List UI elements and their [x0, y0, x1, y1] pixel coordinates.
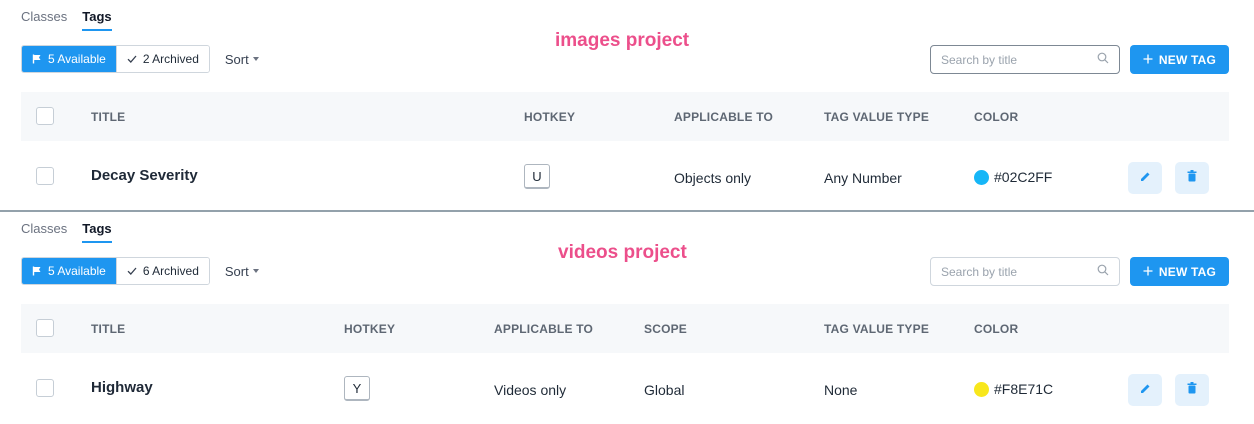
- table-header: TITLE HOTKEY APPLICABLE TO TAG VALUE TYP…: [21, 92, 1229, 141]
- tag-title[interactable]: Highway: [91, 379, 153, 396]
- color-value: #02C2FF: [974, 169, 1052, 185]
- pencil-icon: [1140, 169, 1151, 187]
- color-hex: #F8E71C: [994, 381, 1054, 397]
- new-tag-label: NEW TAG: [1158, 52, 1217, 67]
- applicable-to-value: Objects only: [674, 170, 752, 186]
- new-tag-label: NEW TAG: [1158, 264, 1217, 279]
- row-checkbox[interactable]: [36, 379, 54, 397]
- delete-button[interactable]: [1175, 162, 1209, 194]
- sort-label: Sort: [224, 263, 249, 279]
- column-title[interactable]: TITLE: [91, 322, 125, 336]
- edit-button[interactable]: [1128, 374, 1162, 406]
- table-row: Decay Severity U Objects only Any Number…: [21, 151, 1229, 203]
- tag-value-type-value: None: [824, 382, 858, 398]
- column-tag-value-type[interactable]: TAG VALUE TYPE: [824, 322, 929, 336]
- flag-icon: [32, 266, 42, 276]
- color-hex: #02C2FF: [994, 169, 1053, 185]
- scope-value: Global: [644, 382, 685, 398]
- row-checkbox[interactable]: [36, 167, 54, 185]
- tab-tags[interactable]: Tags: [82, 9, 112, 31]
- select-all-checkbox[interactable]: [36, 319, 54, 337]
- tab-bar: Classes Tags: [21, 221, 112, 243]
- available-filter-button[interactable]: 5 Available: [22, 46, 116, 72]
- column-hotkey[interactable]: HOTKEY: [344, 322, 395, 336]
- column-tag-value-type[interactable]: TAG VALUE TYPE: [824, 110, 929, 124]
- select-all-checkbox[interactable]: [36, 107, 54, 125]
- available-filter-label: 5 Available: [48, 264, 106, 278]
- check-icon: [127, 54, 137, 64]
- table-row: Highway Y Videos only Global None #F8E71…: [21, 363, 1229, 415]
- project-label: images project: [555, 30, 690, 51]
- column-applicable-to[interactable]: APPLICABLE TO: [674, 110, 773, 124]
- tab-classes[interactable]: Classes: [21, 9, 67, 31]
- available-filter-label: 5 Available: [48, 52, 106, 66]
- available-filter-button[interactable]: 5 Available: [22, 258, 116, 284]
- sort-dropdown[interactable]: Sort: [225, 264, 259, 279]
- color-swatch: [974, 169, 989, 185]
- tab-tags[interactable]: Tags: [82, 221, 112, 243]
- archived-filter-label: 6 Archived: [142, 264, 199, 278]
- hotkey-badge: Y: [344, 376, 370, 401]
- status-filter: 5 Available 6 Archived: [21, 257, 210, 285]
- plus-icon: [1143, 53, 1153, 67]
- color-value: #F8E71C: [974, 381, 1053, 397]
- search-box: [930, 257, 1120, 286]
- filter-bar: 5 Available 6 Archived Sort: [21, 257, 259, 285]
- column-color[interactable]: COLOR: [974, 110, 1018, 124]
- column-scope[interactable]: SCOPE: [644, 322, 687, 336]
- archived-filter-button[interactable]: 6 Archived: [115, 258, 209, 284]
- new-tag-button[interactable]: NEW TAG: [1130, 257, 1229, 286]
- check-icon: [127, 266, 137, 276]
- new-tag-button[interactable]: NEW TAG: [1130, 45, 1229, 74]
- archived-filter-button[interactable]: 2 Archived: [115, 46, 209, 72]
- status-filter: 5 Available 2 Archived: [21, 45, 210, 73]
- sort-label: Sort: [224, 51, 249, 67]
- archived-filter-label: 2 Archived: [142, 52, 199, 66]
- delete-button[interactable]: [1175, 374, 1209, 406]
- column-color[interactable]: COLOR: [974, 322, 1018, 336]
- column-hotkey[interactable]: HOTKEY: [524, 110, 575, 124]
- search-input[interactable]: [941, 52, 1097, 67]
- search-icon[interactable]: [1097, 263, 1109, 281]
- plus-icon: [1143, 265, 1153, 279]
- column-title[interactable]: TITLE: [91, 110, 125, 124]
- search-box: [930, 45, 1120, 74]
- chevron-down-icon: [252, 57, 259, 61]
- images-project-panel: Classes Tags images project 5 Available …: [0, 0, 1254, 212]
- tab-bar: Classes Tags: [21, 9, 112, 31]
- hotkey-badge: U: [524, 164, 550, 189]
- project-label: videos project: [558, 242, 687, 263]
- pencil-icon: [1140, 381, 1151, 399]
- search-icon[interactable]: [1097, 51, 1109, 69]
- tag-value-type-value: Any Number: [824, 170, 902, 186]
- tab-classes[interactable]: Classes: [21, 221, 67, 243]
- flag-icon: [32, 54, 42, 64]
- trash-icon: [1187, 381, 1197, 399]
- sort-dropdown[interactable]: Sort: [225, 52, 259, 67]
- color-swatch: [974, 381, 989, 397]
- table-header: TITLE HOTKEY APPLICABLE TO SCOPE TAG VAL…: [21, 304, 1229, 353]
- filter-bar: 5 Available 2 Archived Sort: [21, 45, 259, 73]
- edit-button[interactable]: [1128, 162, 1162, 194]
- applicable-to-value: Videos only: [494, 382, 567, 398]
- videos-project-panel: Classes Tags videos project 5 Available …: [0, 212, 1254, 424]
- trash-icon: [1187, 169, 1197, 187]
- tag-title[interactable]: Decay Severity: [91, 167, 198, 184]
- column-applicable-to[interactable]: APPLICABLE TO: [494, 322, 593, 336]
- search-input[interactable]: [941, 264, 1097, 279]
- chevron-down-icon: [252, 269, 259, 273]
